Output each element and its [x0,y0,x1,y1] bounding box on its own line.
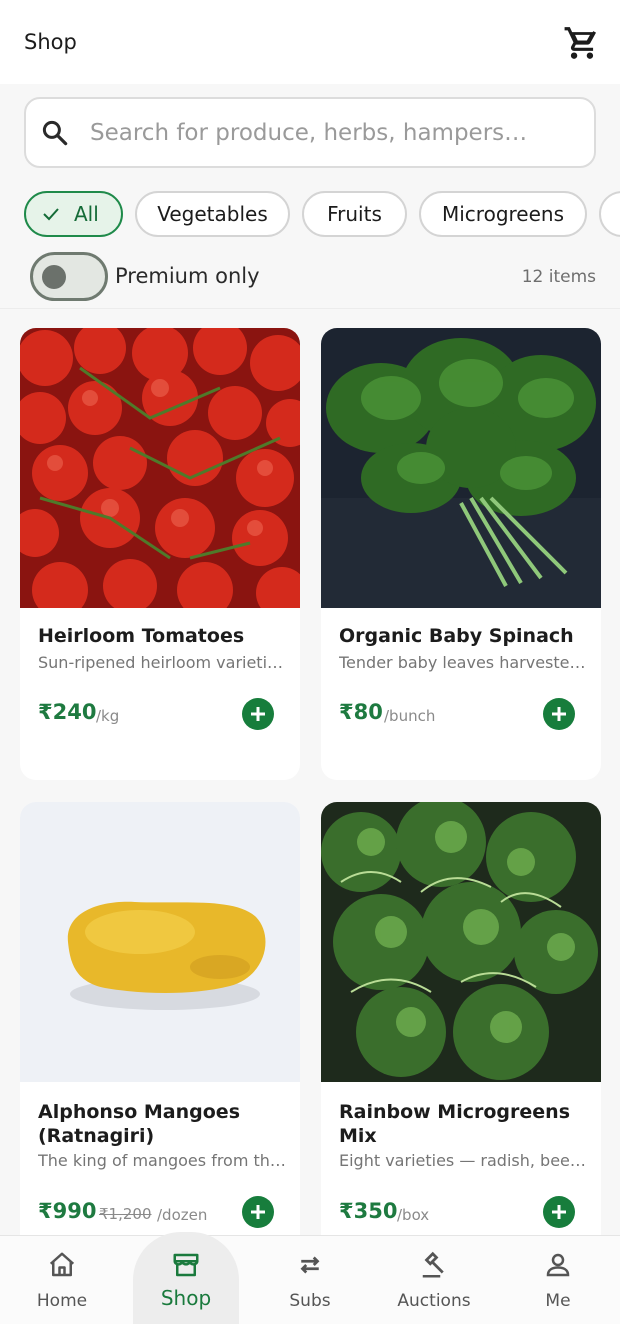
divider [0,308,620,309]
add-to-cart-button[interactable] [543,698,575,730]
check-icon [43,208,59,221]
product-card[interactable]: Heirloom Tomatoes Sun-ripened heirloom v… [20,328,300,780]
product-description: The king of mangoes from the Konkan coas… [38,1151,286,1170]
product-card[interactable]: Alphonso Mangoes (Ratnagiri) The king of… [20,802,300,1262]
product-unit: /box [397,1206,430,1224]
nav-item-shop[interactable]: Shop [133,1232,239,1324]
chip-more[interactable] [599,191,620,237]
chip-label: All [74,202,99,226]
product-description: Eight varieties — radish, beet, pea and … [339,1151,587,1170]
search-bar[interactable] [24,97,596,168]
product-image [20,802,300,1082]
person-icon [546,1253,570,1277]
product-unit: /bunch [384,707,436,725]
page-title: Shop [24,30,77,54]
product-unit: /kg [96,707,120,725]
product-title: Organic Baby Spinach [339,625,574,647]
premium-toggle-label: Premium only [115,264,260,288]
chip-vegetables[interactable]: Vegetables [135,191,290,237]
product-description: Tender baby leaves harvested fresh every… [339,653,587,672]
chip-microgreens[interactable]: Microgreens [419,191,587,237]
product-card[interactable]: Organic Baby Spinach Tender baby leaves … [321,328,601,780]
repeat-icon [300,1256,320,1274]
product-title: Rainbow Microgreens Mix [339,1101,570,1147]
product-image [321,328,601,608]
cart-button[interactable] [563,24,601,62]
filter-chips: All Vegetables Fruits Microgreens [24,191,620,237]
search-input[interactable] [90,109,580,157]
chip-all[interactable]: All [24,191,123,237]
product-price: ₹240 [38,700,97,724]
product-price: ₹80 [339,700,383,724]
plus-icon [251,707,265,721]
nav-label: Auctions [397,1291,471,1311]
app-bar: Shop [0,0,620,84]
add-to-cart-button[interactable] [543,1196,575,1228]
plus-icon [552,1205,566,1219]
chip-label: Fruits [327,202,382,226]
nav-item-me[interactable]: Me [508,1236,608,1324]
home-icon [49,1252,75,1277]
plus-icon [552,707,566,721]
product-title: Heirloom Tomatoes [38,625,245,647]
chip-label: Vegetables [157,202,268,226]
chip-label: Microgreens [441,202,564,226]
premium-toggle[interactable] [30,252,108,301]
nav-label: Home [36,1291,88,1311]
nav-item-home[interactable]: Home [12,1236,112,1324]
nav-item-auctions[interactable]: Auctions [380,1236,488,1324]
product-old-price: ₹1,200 [99,1205,152,1223]
product-unit: /dozen [157,1206,208,1224]
product-card[interactable]: Rainbow Microgreens Mix Eight varieties … [321,802,601,1262]
plus-icon [251,1205,265,1219]
product-title: Alphonso Mangoes (Ratnagiri) [38,1101,241,1147]
chip-fruits[interactable]: Fruits [302,191,407,237]
add-to-cart-button[interactable] [242,698,274,730]
nav-label: Shop [160,1286,212,1310]
product-image [321,802,601,1082]
nav-label: Subs [289,1291,331,1311]
product-price: ₹990 [38,1199,97,1223]
nav-label: Me [545,1291,571,1311]
nav-item-subs[interactable]: Subs [260,1236,360,1324]
add-to-cart-button[interactable] [242,1196,274,1228]
gavel-icon [422,1251,444,1278]
product-description: Sun-ripened heirloom varieties grown org… [38,653,286,672]
search-icon [42,120,68,146]
product-image [20,328,300,608]
store-icon [173,1253,199,1277]
cart-icon [564,27,597,59]
toggle-knob [42,265,66,289]
product-price: ₹350 [339,1199,398,1223]
items-count: 12 items [521,267,596,287]
bottom-nav: Home Shop Subs Auctions Me [0,1232,620,1324]
